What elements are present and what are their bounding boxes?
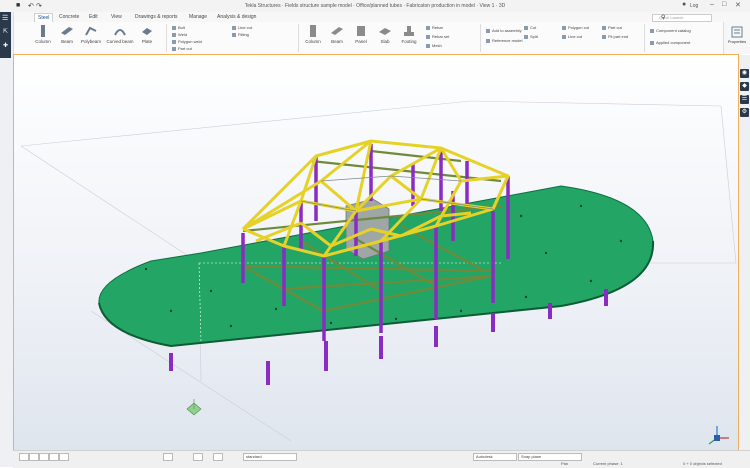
line-cut-edit-button[interactable]: Line cut	[562, 34, 582, 39]
selected-objects-label: 0 + 0 objects selected	[683, 461, 722, 466]
model-3d-view[interactable]	[14, 55, 738, 450]
concrete-beam-button[interactable]: Beam	[326, 25, 348, 44]
origin-axis-icon	[186, 399, 202, 416]
plate-button[interactable]: Plate	[136, 25, 158, 44]
status-square-2[interactable]	[29, 453, 39, 461]
footing-button[interactable]: Footing	[398, 25, 420, 44]
object-icon[interactable]: ◆	[740, 82, 749, 91]
filter-icon[interactable]: ☰	[740, 95, 749, 104]
tab-edit[interactable]: Edit	[86, 13, 101, 21]
status-square-8[interactable]	[213, 453, 223, 461]
concrete-beam-label: Beam	[331, 39, 343, 44]
properties-panel-toggle[interactable]: Properties	[723, 22, 750, 54]
applied-component-button[interactable]: Applied component	[650, 40, 690, 45]
part-cut-edit-button[interactable]: Part cut	[602, 25, 622, 30]
right-toolbar: ◉ ◆ ☰ ⚙	[738, 55, 750, 467]
steel-column-label: Column	[35, 39, 51, 44]
curved-beam-button[interactable]: Curved beam	[106, 25, 134, 44]
plate-label: Plate	[141, 39, 153, 44]
minimize-icon[interactable]: –	[710, 1, 714, 8]
properties-icon	[731, 26, 743, 38]
slab-label: Slab	[380, 39, 390, 44]
tab-view[interactable]: View	[108, 13, 125, 21]
curved-beam-icon	[114, 29, 126, 36]
slab-icon	[379, 28, 391, 35]
status-square-3[interactable]	[39, 453, 49, 461]
curved-beam-label: Curved beam	[106, 39, 134, 44]
footing-icon	[404, 26, 414, 36]
user-label[interactable]: Log	[690, 3, 698, 9]
polybeam-icon	[85, 26, 97, 36]
tab-drawings-reports[interactable]: Drawings & reports	[132, 13, 181, 21]
current-phase-label: Current phase: 1	[593, 461, 623, 466]
polybeam-button[interactable]: Polybeam	[80, 25, 102, 44]
polygon-weld-button[interactable]: Polygon weld	[172, 39, 202, 44]
model-viewport[interactable]	[13, 54, 739, 451]
bolt-button[interactable]: Bolt	[172, 25, 185, 30]
footing-label: Footing	[401, 39, 417, 44]
status-bar: standard Autodesk Snap plane Pan Current…	[13, 450, 750, 468]
fitting-button[interactable]: Fitting	[232, 32, 249, 37]
tab-concrete[interactable]: Concrete	[56, 13, 82, 21]
properties-label: Properties	[727, 39, 747, 44]
selection-icon[interactable]: ⇱	[3, 28, 8, 35]
left-toolbar: ☰ ⇱ ✚	[0, 12, 14, 467]
rebar-button[interactable]: Rebar	[426, 25, 443, 30]
pan-label: Pan	[561, 461, 569, 466]
mesh-button[interactable]: Mesh	[426, 43, 442, 48]
status-square-5[interactable]	[59, 453, 69, 461]
status-square-4[interactable]	[49, 453, 59, 461]
ribbon-separator	[298, 24, 299, 52]
concrete-column-icon	[310, 25, 316, 37]
status-square-1[interactable]	[19, 453, 29, 461]
selection-filter-select[interactable]: standard	[243, 453, 297, 461]
polybeam-label: Polybeam	[80, 39, 101, 44]
ribbon-separator	[644, 24, 645, 52]
window-title: Tekla Structures · Fields structure samp…	[244, 3, 506, 9]
gear-icon[interactable]: ⚙	[740, 108, 749, 117]
ribbon-separator	[166, 24, 167, 52]
tab-steel[interactable]: Steel	[34, 13, 54, 22]
tab-manage[interactable]: Manage	[186, 13, 210, 21]
display-icon[interactable]: ◉	[740, 69, 749, 78]
snap-mode-select[interactable]: Autodesk	[473, 453, 517, 461]
rebar-set-button[interactable]: Rebar set	[426, 34, 449, 39]
weld-button[interactable]: Weld	[172, 32, 187, 37]
concrete-column-label: Column	[305, 39, 321, 44]
fit-part-end-button[interactable]: Fit part end	[602, 34, 628, 39]
panel-icon	[357, 26, 365, 36]
steel-beam-label: Beam	[61, 39, 73, 44]
concrete-beam-icon	[331, 27, 343, 35]
concrete-column-button[interactable]: Column	[302, 25, 324, 44]
panel-label: Panel	[355, 39, 367, 44]
ribbon: Column Beam Polybeam Curved beam Plate B…	[14, 22, 724, 55]
add-to-assembly-button[interactable]: Add to assembly	[486, 28, 522, 33]
plate-icon	[142, 28, 152, 35]
snap-icon[interactable]: ✚	[3, 42, 8, 49]
line-cut-button[interactable]: Line cut	[232, 25, 252, 30]
split-button[interactable]: Split	[524, 34, 538, 39]
steel-beam-button[interactable]: Beam	[56, 25, 78, 44]
tab-analysis-design[interactable]: Analysis & design	[214, 13, 259, 21]
steel-column-button[interactable]: Column	[32, 25, 54, 44]
snap-plane-select[interactable]: Snap plane	[518, 453, 582, 461]
polygon-cut-button[interactable]: Polygon cut	[562, 25, 589, 30]
reference-model-button[interactable]: Reference model	[486, 38, 522, 43]
steel-column-icon	[41, 25, 45, 37]
status-square-6[interactable]	[163, 453, 173, 461]
panel-button[interactable]: Panel	[350, 25, 372, 44]
part-cut-button[interactable]: Part cut	[172, 46, 192, 51]
account-icon[interactable]: ●	[682, 1, 686, 8]
status-square-7[interactable]	[193, 453, 203, 461]
cut-button[interactable]: Cut	[524, 25, 536, 30]
component-catalog-button[interactable]: Component catalog	[650, 28, 691, 33]
hamburger-icon[interactable]: ☰	[2, 14, 8, 22]
maximize-icon[interactable]: □	[722, 1, 726, 8]
ribbon-separator	[480, 24, 481, 52]
close-icon[interactable]: ✕	[735, 1, 741, 9]
view-axis-icon[interactable]	[708, 426, 729, 445]
search-icon: ⚲	[661, 15, 666, 21]
slab-button[interactable]: Slab	[374, 25, 396, 44]
steel-beam-icon	[61, 27, 73, 35]
